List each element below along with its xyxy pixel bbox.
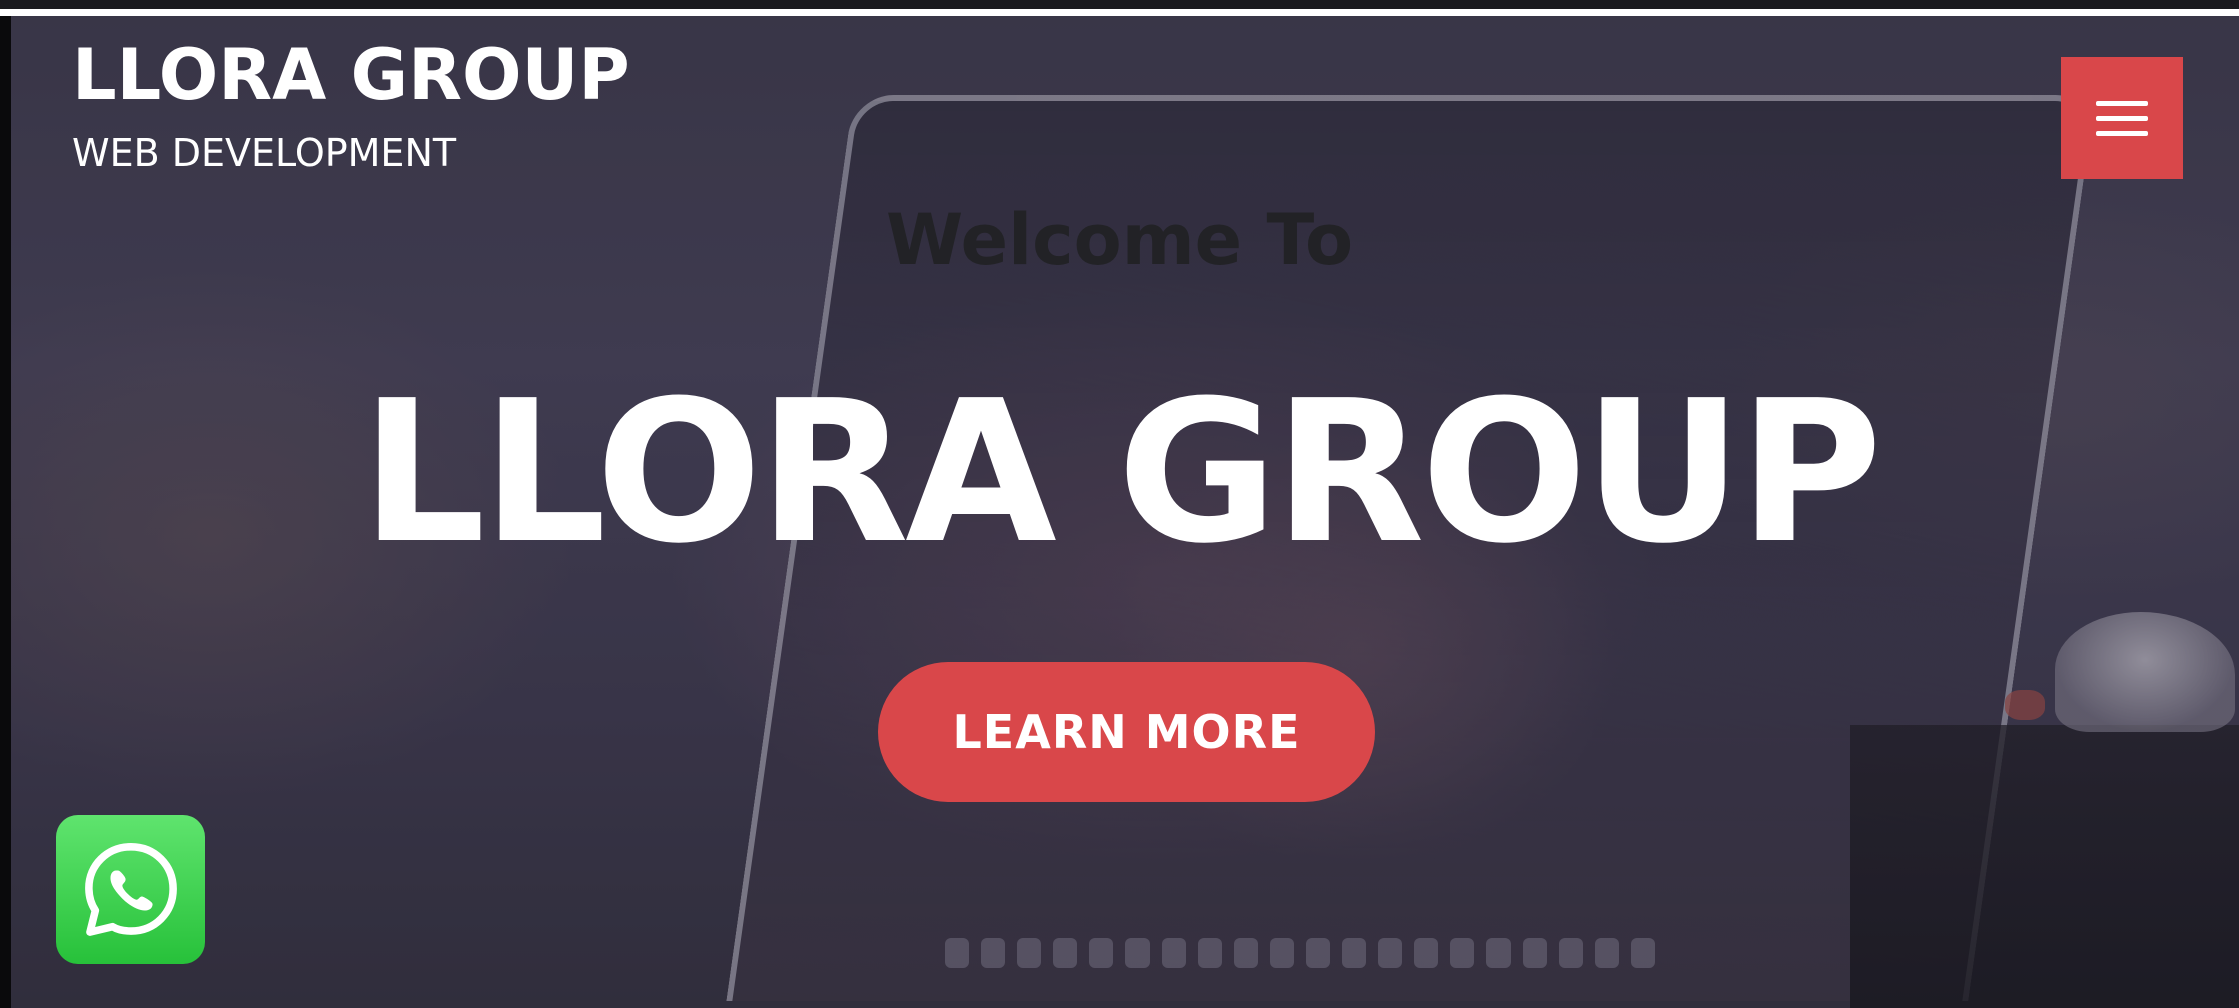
page: LLORA GROUP WEB DEVELOPMENT Welcome To L…	[0, 0, 2239, 1008]
learn-more-button[interactable]: LEARN MORE	[878, 662, 1375, 802]
whatsapp-button[interactable]	[56, 815, 205, 964]
hero-welcome-text: Welcome To	[885, 199, 1354, 281]
whatsapp-icon	[84, 842, 177, 936]
hamburger-menu-icon	[2096, 100, 2148, 106]
menu-button[interactable]	[2061, 57, 2183, 179]
hamburger-menu-icon	[2096, 130, 2148, 136]
hero-title: LLORA GROUP	[360, 359, 1883, 587]
hamburger-menu-icon	[2096, 115, 2148, 121]
brand-subtitle: WEB DEVELOPMENT	[72, 131, 457, 175]
brand-title: LLORA GROUP	[72, 34, 630, 116]
top-border	[0, 0, 2239, 16]
brand-logo-link[interactable]: LLORA GROUP WEB DEVELOPMENT	[72, 40, 630, 172]
